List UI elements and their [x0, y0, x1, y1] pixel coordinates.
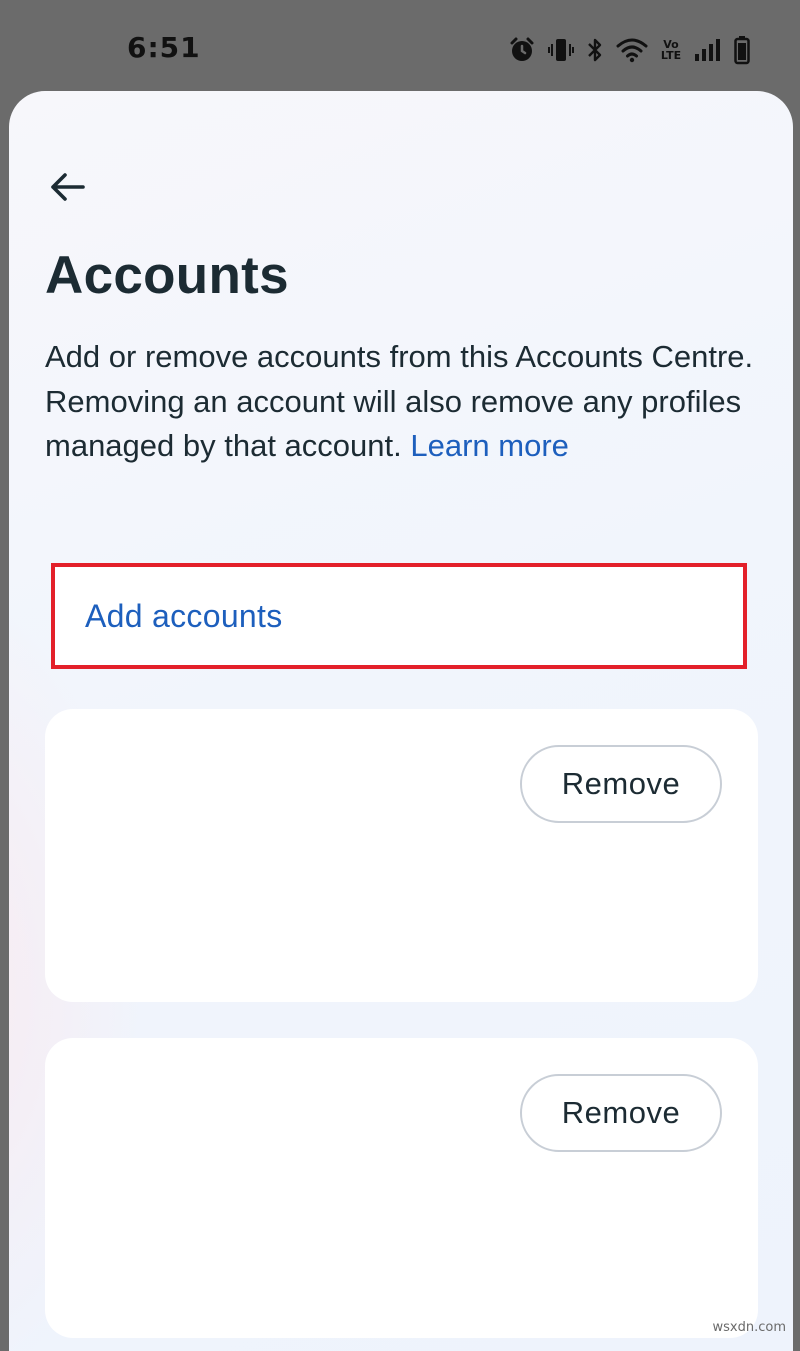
account-card: Remove — [45, 1038, 758, 1338]
add-accounts-label: Add accounts — [85, 597, 283, 634]
bluetooth-icon — [586, 36, 604, 64]
description-text: Add or remove accounts from this Account… — [45, 339, 754, 463]
remove-button[interactable]: Remove — [520, 1074, 722, 1152]
status-time: 6:51 — [127, 31, 201, 64]
volte-icon: Vo LTE — [660, 38, 682, 62]
back-button[interactable] — [43, 163, 91, 211]
page-title: Accounts — [45, 246, 289, 305]
description: Add or remove accounts from this Account… — [45, 335, 765, 469]
arrow-left-icon — [51, 173, 85, 201]
remove-button[interactable]: Remove — [520, 745, 722, 823]
wifi-icon — [616, 37, 648, 63]
vibrate-icon — [548, 36, 574, 64]
account-card: Remove — [45, 709, 758, 1002]
battery-icon — [734, 35, 750, 65]
signal-icon — [694, 38, 722, 62]
alarm-icon — [508, 36, 536, 64]
status-bar: 6:51 Vo LTE — [0, 0, 800, 100]
accounts-sheet: Accounts Add or remove accounts from thi… — [9, 91, 793, 1351]
status-icons: Vo LTE — [508, 35, 750, 65]
watermark: wsxdn.com — [712, 1320, 787, 1335]
learn-more-link[interactable]: Learn more — [410, 428, 569, 463]
add-accounts-button[interactable]: Add accounts — [51, 563, 747, 669]
